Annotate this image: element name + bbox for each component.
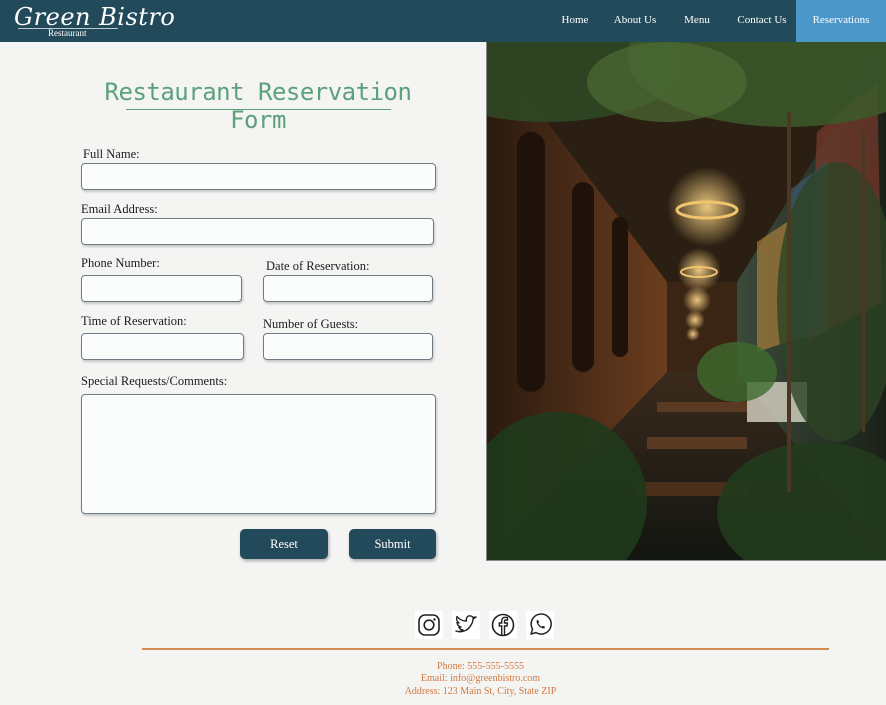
reset-button[interactable]: Reset <box>240 529 328 559</box>
top-navigation-bar: Green Bistro Restaurant Home About Us Me… <box>0 0 886 42</box>
brand-name: Green Bistro <box>14 3 176 31</box>
comments-label: Special Requests/Comments: <box>81 374 228 388</box>
phone-label: Phone Number: <box>81 256 160 270</box>
submit-button[interactable]: Submit <box>349 529 436 559</box>
brand-tagline: Restaurant <box>48 28 87 38</box>
nav-item-reservations[interactable]: Reservations <box>796 0 886 42</box>
full-name-input[interactable] <box>81 163 436 190</box>
guests-label: Number of Guests: <box>263 317 359 331</box>
nav-item-menu[interactable]: Menu <box>681 0 713 42</box>
comments-textarea[interactable] <box>81 394 436 514</box>
footer-divider <box>142 648 829 650</box>
footer-address: Address: 123 Main St, City, State ZIP <box>404 686 557 697</box>
title-underline <box>126 109 391 110</box>
whatsapp-icon[interactable] <box>526 611 554 639</box>
nav-item-about-us[interactable]: About Us <box>612 0 658 42</box>
facebook-icon[interactable] <box>489 611 517 639</box>
email-label: Email Address: <box>81 202 158 216</box>
date-label: Date of Reservation: <box>266 259 370 273</box>
interior-illustration <box>487 42 886 560</box>
nav-item-home[interactable]: Home <box>555 0 595 42</box>
page-title: Restaurant Reservation Form <box>104 78 412 134</box>
time-label: Time of Reservation: <box>81 314 187 328</box>
twitter-icon[interactable] <box>452 611 480 639</box>
brand-logo[interactable]: Green Bistro Restaurant <box>14 3 176 38</box>
footer-phone: Phone: 555-555-5555 <box>437 661 524 672</box>
instagram-icon[interactable] <box>415 611 443 639</box>
main-nav: Home About Us Menu Contact Us Reservatio… <box>555 0 886 42</box>
footer-email[interactable]: Email: info@greenbistro.com <box>0 673 886 684</box>
time-input[interactable] <box>81 333 244 360</box>
date-input[interactable] <box>263 275 433 302</box>
restaurant-interior-photo <box>486 42 886 561</box>
phone-input[interactable] <box>81 275 242 302</box>
full-name-label: Full Name: <box>83 147 140 161</box>
nav-item-contact-us[interactable]: Contact Us <box>734 0 790 42</box>
email-input[interactable] <box>81 218 434 245</box>
guests-input[interactable] <box>263 333 433 360</box>
